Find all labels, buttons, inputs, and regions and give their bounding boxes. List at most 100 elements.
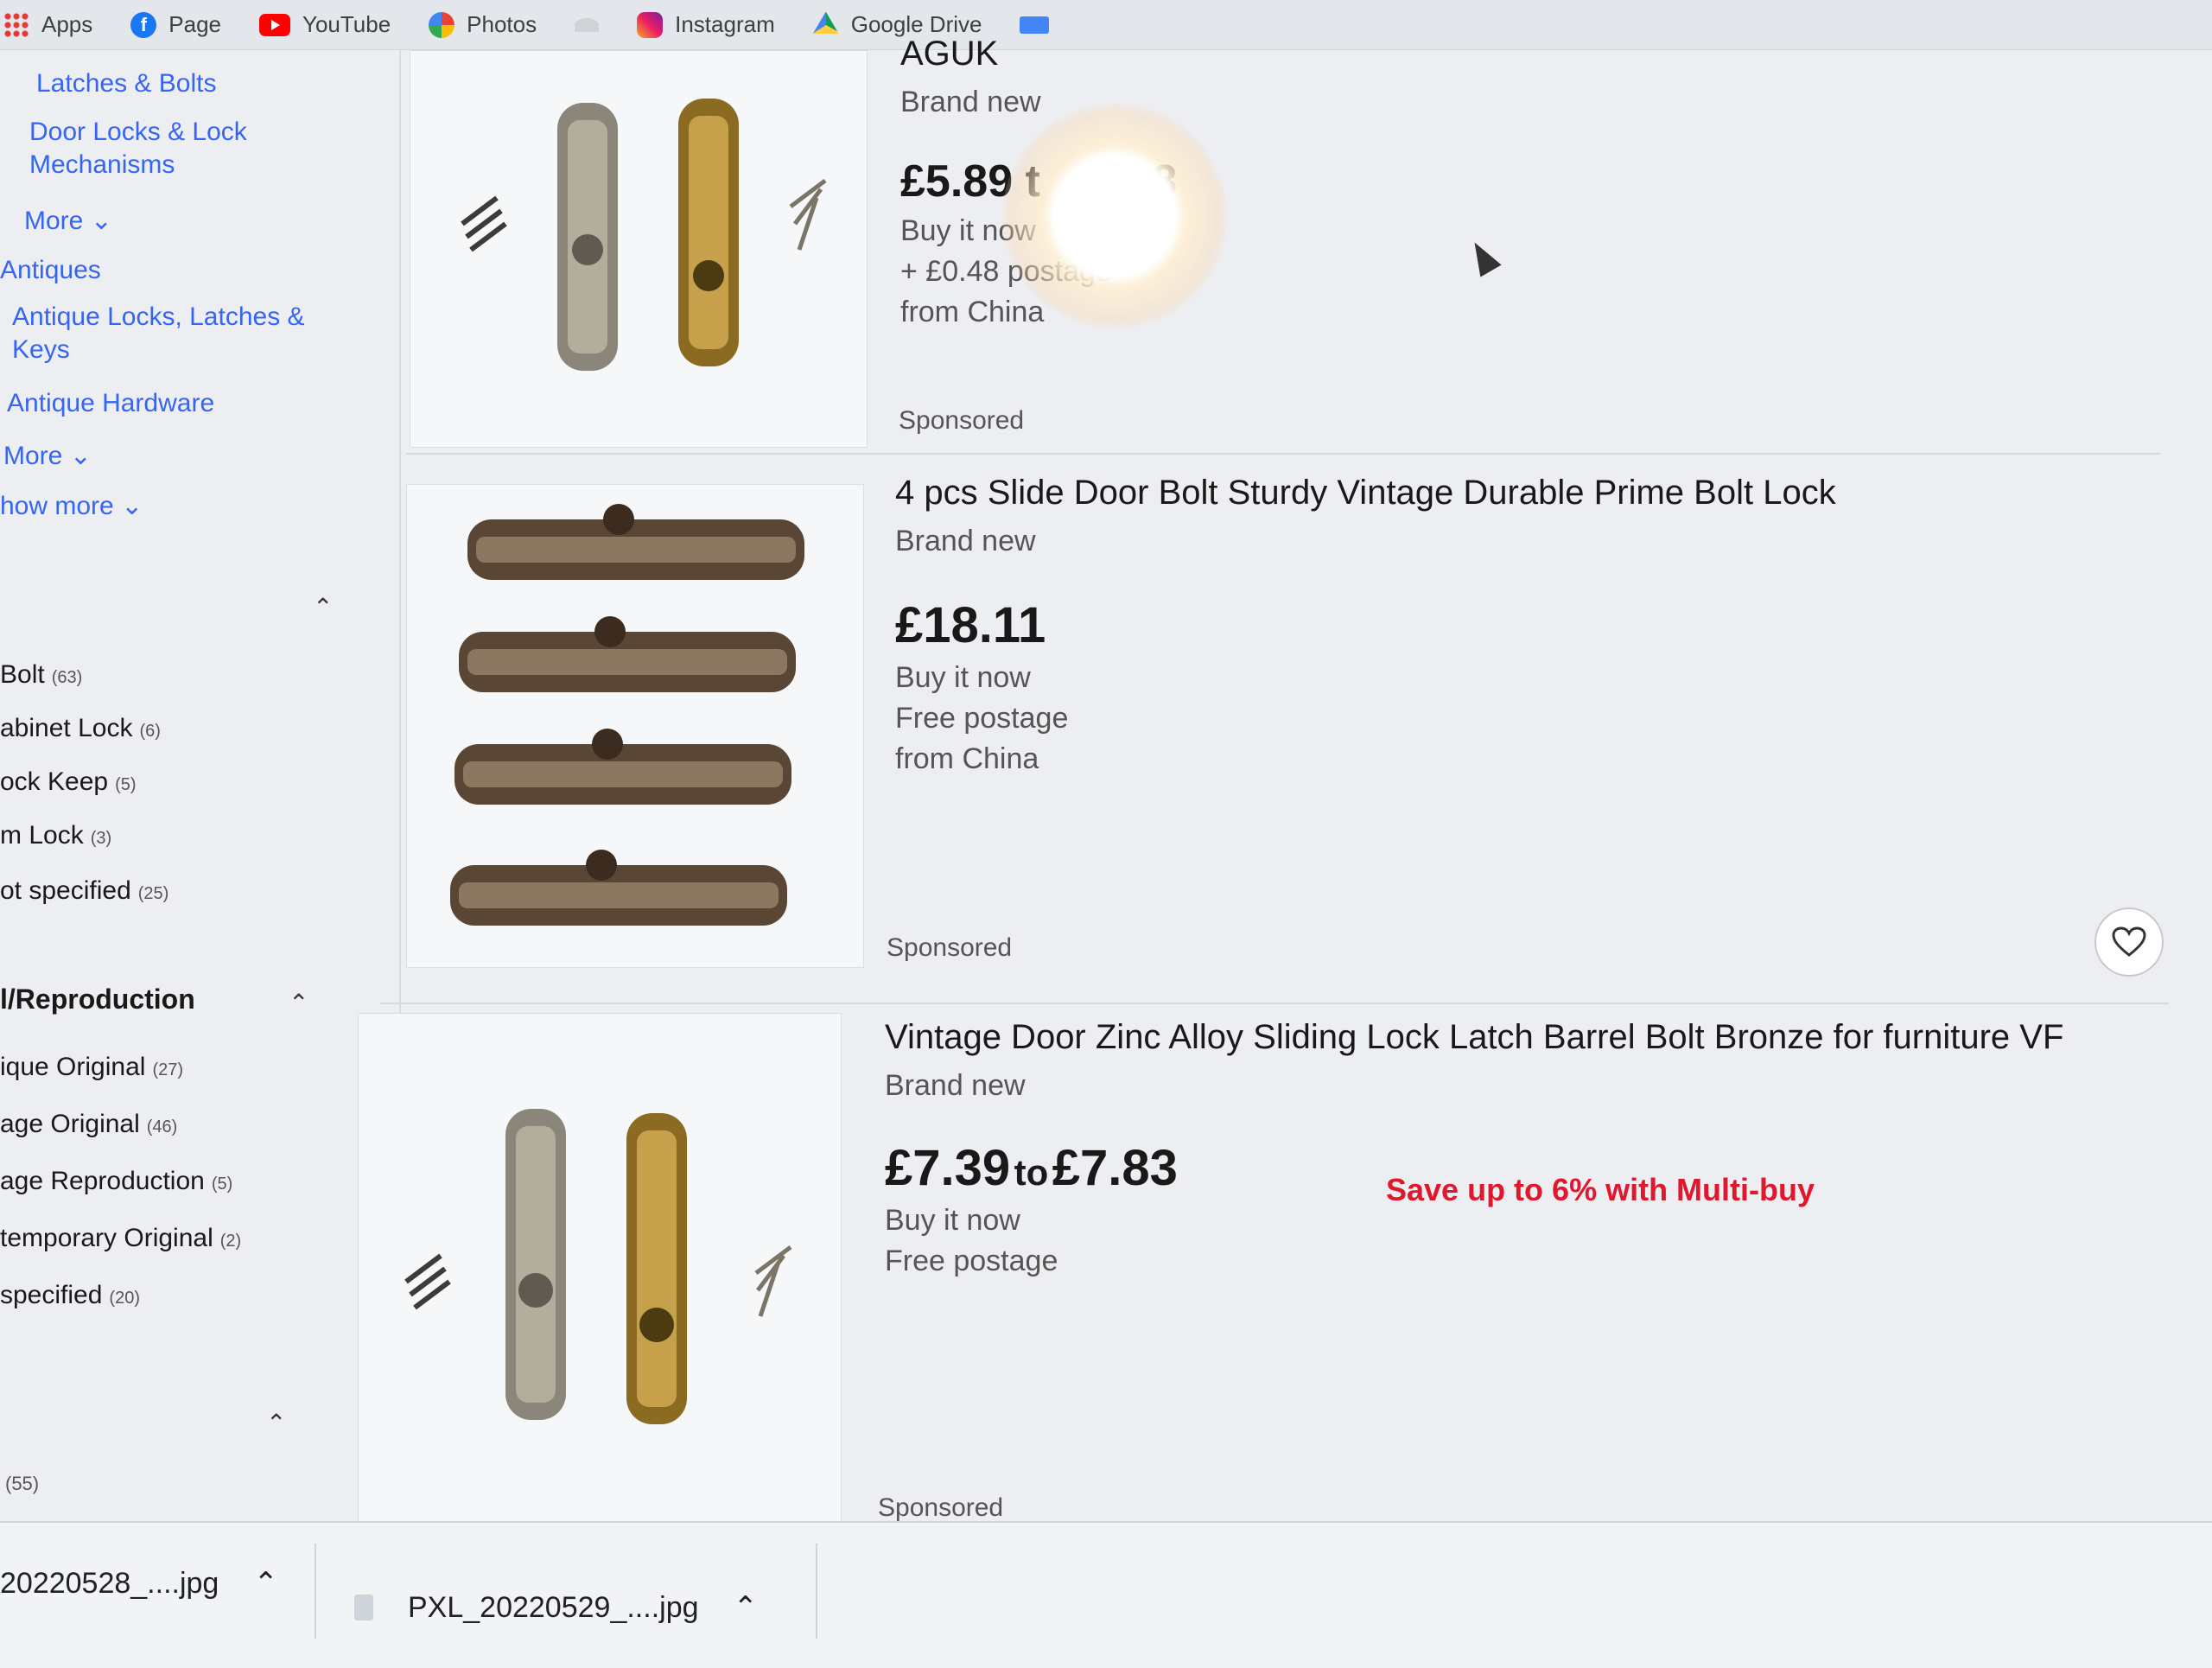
filter-repro-item[interactable]: ique Original (27): [0, 1053, 183, 1082]
filter-count: (20): [109, 1289, 140, 1308]
filter-count: (6): [139, 722, 161, 741]
category-antique-locks[interactable]: Antique Locks, Latches & Keys: [12, 301, 323, 366]
wifi-icon: [575, 17, 600, 32]
origin: from China: [895, 742, 1039, 775]
filter-repro-item[interactable]: age Original (46): [0, 1110, 177, 1139]
filter-label: ock Keep: [0, 767, 109, 796]
filter-label: age Reproduction: [0, 1167, 205, 1195]
barrel-bolt-image: [404, 1109, 792, 1424]
buy-format: Buy it now: [895, 661, 1031, 694]
filter-type-item[interactable]: ock Keep (5): [0, 767, 137, 797]
download-separator: [816, 1544, 817, 1639]
slide-bolt-image: [450, 504, 804, 926]
sponsored-label: Sponsored: [887, 933, 1013, 962]
multibuy-promo[interactable]: Save up to 6% with Multi-buy: [1386, 1172, 1815, 1208]
more-antiques-link[interactable]: More ⌄: [3, 441, 92, 471]
bookmark-label: Photos: [467, 11, 537, 37]
filter-count: (27): [152, 1060, 184, 1079]
filter-sidebar: Latches & Bolts Door Locks & Lock Mechan…: [0, 50, 333, 1519]
download-filename: 20220528_....jpg: [0, 1566, 219, 1600]
barrel-bolt-image: [461, 99, 827, 371]
filter-type-item[interactable]: m Lock (3): [0, 821, 111, 850]
more-label: More: [3, 442, 63, 470]
filter-label: abinet Lock: [0, 714, 133, 742]
bookmark-label: YouTube: [302, 11, 391, 37]
filter-label: m Lock: [0, 821, 84, 850]
chevron-up-icon[interactable]: ⌃: [253, 1566, 278, 1601]
screen-glare: [1002, 104, 1227, 328]
chevron-up-icon[interactable]: ⌃: [734, 1590, 759, 1625]
category-antiques[interactable]: Antiques: [0, 254, 101, 287]
download-item[interactable]: PXL_20220529_....jpg ⌃: [354, 1590, 758, 1625]
postage: Free postage: [895, 702, 1069, 735]
bookmark-youtube[interactable]: YouTube: [259, 11, 391, 38]
photos-icon: [429, 11, 455, 38]
filter-count: (5): [115, 775, 137, 794]
filter-label: ot specified: [0, 876, 131, 905]
bookmark-label: Page: [168, 11, 221, 37]
more-categories-link[interactable]: More ⌄: [24, 206, 112, 236]
listing-price-from: £7.39: [885, 1140, 1011, 1196]
buy-format: Buy it now: [885, 1204, 1020, 1237]
filter-label: age Original: [0, 1110, 140, 1138]
downloads-bar: 20220528_....jpg ⌃ PXL_20220529_....jpg …: [0, 1521, 2212, 1668]
listing-title[interactable]: AGUK: [900, 35, 2212, 73]
show-more-link[interactable]: how more ⌄: [0, 491, 143, 521]
collapse-type-chevron-up-icon[interactable]: ⌃: [313, 593, 333, 621]
listing-image[interactable]: [406, 484, 864, 968]
filter-label: Bolt: [0, 660, 45, 689]
chevron-down-icon: ⌄: [69, 442, 92, 470]
download-item[interactable]: 20220528_....jpg ⌃: [0, 1566, 278, 1601]
bookmark-page[interactable]: f Page: [130, 11, 221, 38]
filter-type-item[interactable]: Bolt (63): [0, 660, 82, 690]
listing-info: 4 pcs Slide Door Bolt Sturdy Vintage Dur…: [895, 474, 2212, 776]
listing-price: £18.11: [895, 597, 1046, 653]
collapse-chevron-up-icon[interactable]: ⌃: [266, 1409, 286, 1437]
filter-count: (3): [90, 829, 112, 848]
category-door-locks[interactable]: Door Locks & Lock Mechanisms: [29, 116, 289, 181]
listing-condition: Brand new: [885, 1069, 1026, 1102]
filter-count: (46): [146, 1117, 178, 1136]
filter-label: specified: [0, 1281, 103, 1309]
filter-count: (55): [5, 1473, 40, 1494]
category-antique-hardware[interactable]: Antique Hardware: [7, 387, 214, 420]
filter-type-item[interactable]: abinet Lock (6): [0, 714, 161, 743]
sponsored-label: Sponsored: [899, 406, 1025, 435]
filter-count: (5): [211, 1175, 233, 1194]
filter-label: temporary Original: [0, 1224, 213, 1252]
filter-count: (63): [51, 668, 83, 687]
listing-title[interactable]: Vintage Door Zinc Alloy Sliding Lock Lat…: [885, 1018, 2212, 1057]
download-separator: [315, 1544, 316, 1639]
filter-repro-item[interactable]: age Reproduction (5): [0, 1167, 232, 1196]
listing-divider: [380, 1003, 2169, 1004]
bookmark-instagram[interactable]: Instagram: [637, 11, 775, 38]
listing-price-to: £7.83: [1052, 1140, 1178, 1196]
filter-type-item[interactable]: ot specified (25): [0, 876, 168, 906]
facebook-icon: f: [130, 11, 157, 38]
listing-condition: Brand new: [895, 525, 1036, 557]
filter-count: (2): [219, 1232, 242, 1251]
listing-info: Vintage Door Zinc Alloy Sliding Lock Lat…: [885, 1018, 2212, 1278]
chevron-down-icon: ⌄: [90, 207, 112, 235]
bookmark-photos[interactable]: Photos: [429, 11, 537, 38]
heart-icon: [2112, 926, 2146, 957]
youtube-icon: [259, 13, 290, 36]
filter-repro-item[interactable]: temporary Original (2): [0, 1224, 241, 1253]
filter-label: ique Original: [0, 1053, 146, 1081]
price-to-word: to: [1014, 1152, 1049, 1193]
bookmark-wifi[interactable]: [575, 17, 600, 32]
chevron-down-icon: ⌄: [121, 492, 143, 520]
bookmark-extra[interactable]: [1020, 16, 1050, 34]
category-latches-bolts[interactable]: Latches & Bolts: [36, 67, 216, 100]
show-more-label: how more: [0, 492, 114, 520]
listing-image[interactable]: [410, 50, 868, 448]
listing-title[interactable]: 4 pcs Slide Door Bolt Sturdy Vintage Dur…: [895, 474, 2212, 512]
bookmark-apps[interactable]: Apps: [3, 11, 92, 38]
listing-image[interactable]: [358, 1013, 842, 1525]
bookmark-label: Apps: [41, 11, 93, 37]
image-file-icon: [354, 1595, 373, 1620]
watch-button[interactable]: [2094, 907, 2164, 977]
collapse-repro-chevron-up-icon[interactable]: ⌃: [289, 989, 308, 1017]
filter-count: (25): [137, 884, 169, 903]
filter-repro-item[interactable]: specified (20): [0, 1281, 140, 1310]
